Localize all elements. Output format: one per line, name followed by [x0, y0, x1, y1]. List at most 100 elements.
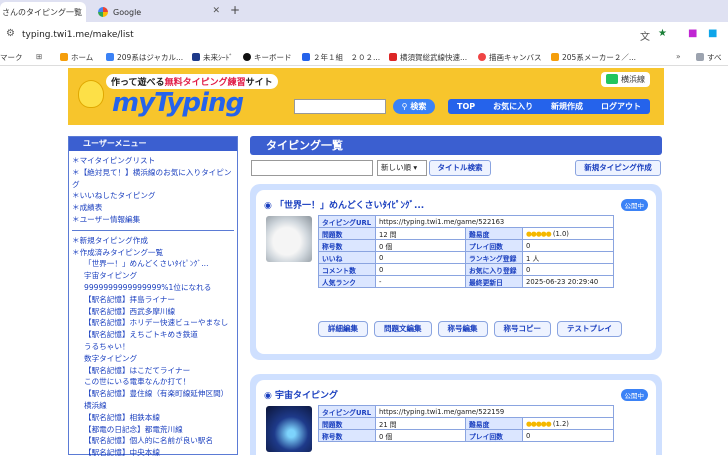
table-row: 問題数 12 問難易度 ●●●●● (1.0): [318, 227, 614, 240]
nav-new[interactable]: 新規作成: [551, 101, 583, 112]
list-item[interactable]: 【駅名記憶】個人的に名前が良い駅名: [72, 435, 234, 447]
google-icon: [98, 7, 108, 17]
list-item[interactable]: 横浜線: [72, 400, 234, 412]
bookmark-item[interactable]: ホーム: [60, 52, 93, 63]
test-play-button[interactable]: テストプレイ: [557, 321, 622, 337]
tagline: 作って遊べる無料タイピング練習サイト: [106, 74, 278, 89]
card-thumbnail: [266, 216, 312, 262]
user-avatar-icon: [606, 74, 618, 84]
new-tab-button[interactable]: +: [230, 3, 240, 17]
bookmark-item[interactable]: 209系はジャカル...: [106, 52, 183, 63]
bookmark-item[interactable]: 横須賀総武線快速...: [389, 52, 467, 63]
apps-icon[interactable]: ⊞: [36, 52, 42, 61]
list-item[interactable]: 【駅名記憶】豊住線（有楽町線延伸区間）: [72, 388, 234, 400]
address-bar: ⚙ typing.twi1.me/make/list 文 ★ ■ ■: [0, 22, 728, 48]
user-menu-sidebar: ユーザーメニュー ＊マイタイピングリスト ＊【絶対見て！】横浜線のお気に入りタイ…: [68, 136, 238, 457]
list-item[interactable]: 【駅名記憶】えちごトキめき鉄道: [72, 329, 234, 341]
bookmark-item[interactable]: キーボード: [243, 52, 292, 63]
title-edit-button[interactable]: 称号編集: [437, 321, 488, 337]
question-edit-button[interactable]: 問題文編集: [374, 321, 432, 337]
more-bookmarks-icon[interactable]: »: [676, 52, 681, 61]
site-info-icon[interactable]: ⚙: [6, 28, 15, 39]
nav-logout[interactable]: ログアウト: [601, 101, 641, 112]
card-actions: 詳細編集 問題文編集 称号編集 称号コピー テストプレイ: [318, 321, 622, 337]
status-badge: 公開中: [620, 199, 648, 211]
card-info-table: タイピングURL https://typing.twi1.me/game/5221…: [318, 215, 614, 288]
table-row: タイピングURL https://typing.twi1.me/game/5221…: [318, 215, 614, 228]
page-title: タイピング一覧: [250, 136, 662, 155]
list-item[interactable]: 【駅名記憶】相鉄本線: [72, 412, 234, 424]
list-item[interactable]: 数字タイピング: [72, 353, 234, 365]
card-thumbnail: [266, 406, 312, 452]
close-icon[interactable]: ✕: [212, 6, 220, 16]
bookmark-item[interactable]: 描画キャンバス: [478, 52, 542, 63]
sidebar-item[interactable]: ＊成績表: [72, 202, 234, 214]
list-item[interactable]: 【駅名記憶】西武多摩川線: [72, 306, 234, 318]
bookmark-item[interactable]: すべ: [696, 52, 721, 63]
url-field[interactable]: typing.twi1.me/make/list: [22, 30, 134, 40]
typing-card: ◉ 宇宙タイピング 公開中 タイピングURL https://typing.twi…: [250, 374, 662, 455]
list-item[interactable]: 宇宙タイピング: [72, 270, 234, 282]
bookmark-item[interactable]: マーク: [0, 52, 23, 63]
sidebar-title: ユーザーメニュー: [69, 137, 237, 151]
nav-top[interactable]: TOP: [457, 102, 475, 111]
list-item[interactable]: 【駅名記憶】はこだてライナー: [72, 365, 234, 377]
sidebar-item[interactable]: ＊新規タイピング作成: [72, 235, 234, 247]
table-row: コメント数 0 お気に入り登録 0: [318, 263, 614, 276]
table-row: いいね 0 ランキング登録 1 人: [318, 251, 614, 264]
list-item[interactable]: この世にいる電車なんか打て！: [72, 376, 234, 388]
title-search-input[interactable]: [251, 160, 373, 176]
tab-google[interactable]: Google ✕: [90, 2, 226, 22]
sidebar-item[interactable]: ＊マイタイピングリスト: [72, 155, 234, 167]
list-item[interactable]: 【駅名記憶】中央本線: [72, 447, 234, 459]
star-icon[interactable]: ★: [658, 28, 667, 39]
translate-icon[interactable]: 文: [640, 28, 650, 43]
sort-select[interactable]: 新しい順 ▾: [377, 160, 427, 176]
bookmark-item[interactable]: ２年１組 ２０２...: [302, 52, 380, 63]
list-item[interactable]: うるちゃい！: [72, 341, 234, 353]
main-nav: TOP お気に入り 新規作成 ログアウト: [448, 99, 650, 114]
sidebar-item[interactable]: ＊【絶対見て！】横浜線のお気に入りタイピング: [72, 167, 234, 191]
extension-icon-2[interactable]: ■: [708, 28, 717, 39]
chick-logo-icon: [78, 80, 104, 108]
detail-edit-button[interactable]: 詳細編集: [318, 321, 368, 337]
card-url[interactable]: https://typing.twi1.me/game/522163: [375, 215, 614, 228]
card-url[interactable]: https://typing.twi1.me/game/522159: [375, 405, 614, 418]
tab-label: Google: [113, 7, 142, 17]
table-row: 問題数 21 問難易度 ●●●●● (1.2): [318, 417, 614, 430]
bookmark-item[interactable]: 未来ｼｰﾄﾞ: [192, 52, 233, 63]
search-button[interactable]: ⚲ 検索: [393, 99, 435, 114]
difficulty-stars: ●●●●●: [526, 419, 552, 428]
list-item[interactable]: 「世界一！」めんどくさいﾀｲﾋﾟﾝｸﾞ...: [72, 258, 234, 270]
tab-label: さんのタイピング一覧: [2, 7, 82, 17]
list-item[interactable]: 9999999999999999%1位になれる: [72, 282, 234, 294]
sidebar-item[interactable]: ＊ユーザー情報編集: [72, 214, 234, 226]
sidebar-item[interactable]: ＊いいねしたタイピング: [72, 190, 234, 202]
bookmark-item[interactable]: 205系メーカー２／...: [551, 52, 636, 63]
extension-icon[interactable]: ■: [688, 28, 697, 39]
divider: [72, 229, 234, 231]
card-title[interactable]: ◉ 「世界一！」めんどくさいﾀｲﾋﾟﾝｸﾞ...: [264, 198, 424, 211]
table-row: 称号数 0 個プレイ回数 0: [318, 429, 614, 442]
status-badge: 公開中: [620, 389, 648, 401]
table-row: タイピングURL https://typing.twi1.me/game/5221…: [318, 405, 614, 418]
new-typing-button[interactable]: 新規タイピング作成: [575, 160, 661, 176]
table-row: 人気ランク - 最終更新日 2025-06-23 20:29:40: [318, 275, 614, 288]
list-item[interactable]: 【都電の日記念】都電荒川線: [72, 424, 234, 436]
list-item[interactable]: 【駅名記憶】拝島ライナー: [72, 294, 234, 306]
card-title[interactable]: ◉ 宇宙タイピング: [264, 388, 338, 401]
table-row: 称号数 0 個プレイ回数 0: [318, 239, 614, 252]
site-logo[interactable]: myTyping: [112, 88, 244, 118]
title-copy-button[interactable]: 称号コピー: [493, 321, 551, 337]
user-badge[interactable]: 横浜線: [601, 72, 650, 87]
search-input[interactable]: [294, 99, 386, 114]
site-header: 作って遊べる無料タイピング練習サイト myTyping 横浜線 ⚲ 検索 TOP…: [68, 68, 664, 125]
sidebar-item[interactable]: ＊作成済みタイピング一覧: [72, 247, 234, 259]
bookmarks-bar: マーク ⊞ ホーム 209系はジャカル... 未来ｼｰﾄﾞ キーボード ２年１組…: [0, 48, 728, 66]
card-info-table: タイピングURL https://typing.twi1.me/game/5221…: [318, 405, 614, 442]
list-item[interactable]: 【駅名記憶】ホリデー快速ビューやまなし: [72, 317, 234, 329]
title-search-button[interactable]: タイトル検索: [429, 160, 491, 176]
difficulty-stars: ●●●●●: [526, 229, 552, 238]
tab-typing-list[interactable]: さんのタイピング一覧: [0, 2, 86, 22]
nav-favorites[interactable]: お気に入り: [493, 101, 533, 112]
